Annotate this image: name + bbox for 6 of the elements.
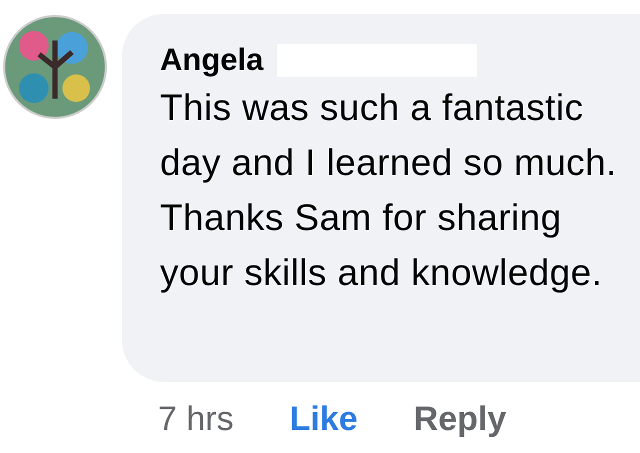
- comment-timestamp: 7 hrs: [158, 400, 234, 439]
- reply-link[interactable]: Reply: [414, 400, 506, 439]
- author-name[interactable]: Angela: [160, 42, 264, 78]
- avatar-icon[interactable]: [2, 14, 108, 120]
- like-link[interactable]: Like: [290, 400, 358, 439]
- comment-text: This was such a fantastic day and I learned so much. Thanks Sam for sharing your skills and knowledge.: [160, 86, 618, 295]
